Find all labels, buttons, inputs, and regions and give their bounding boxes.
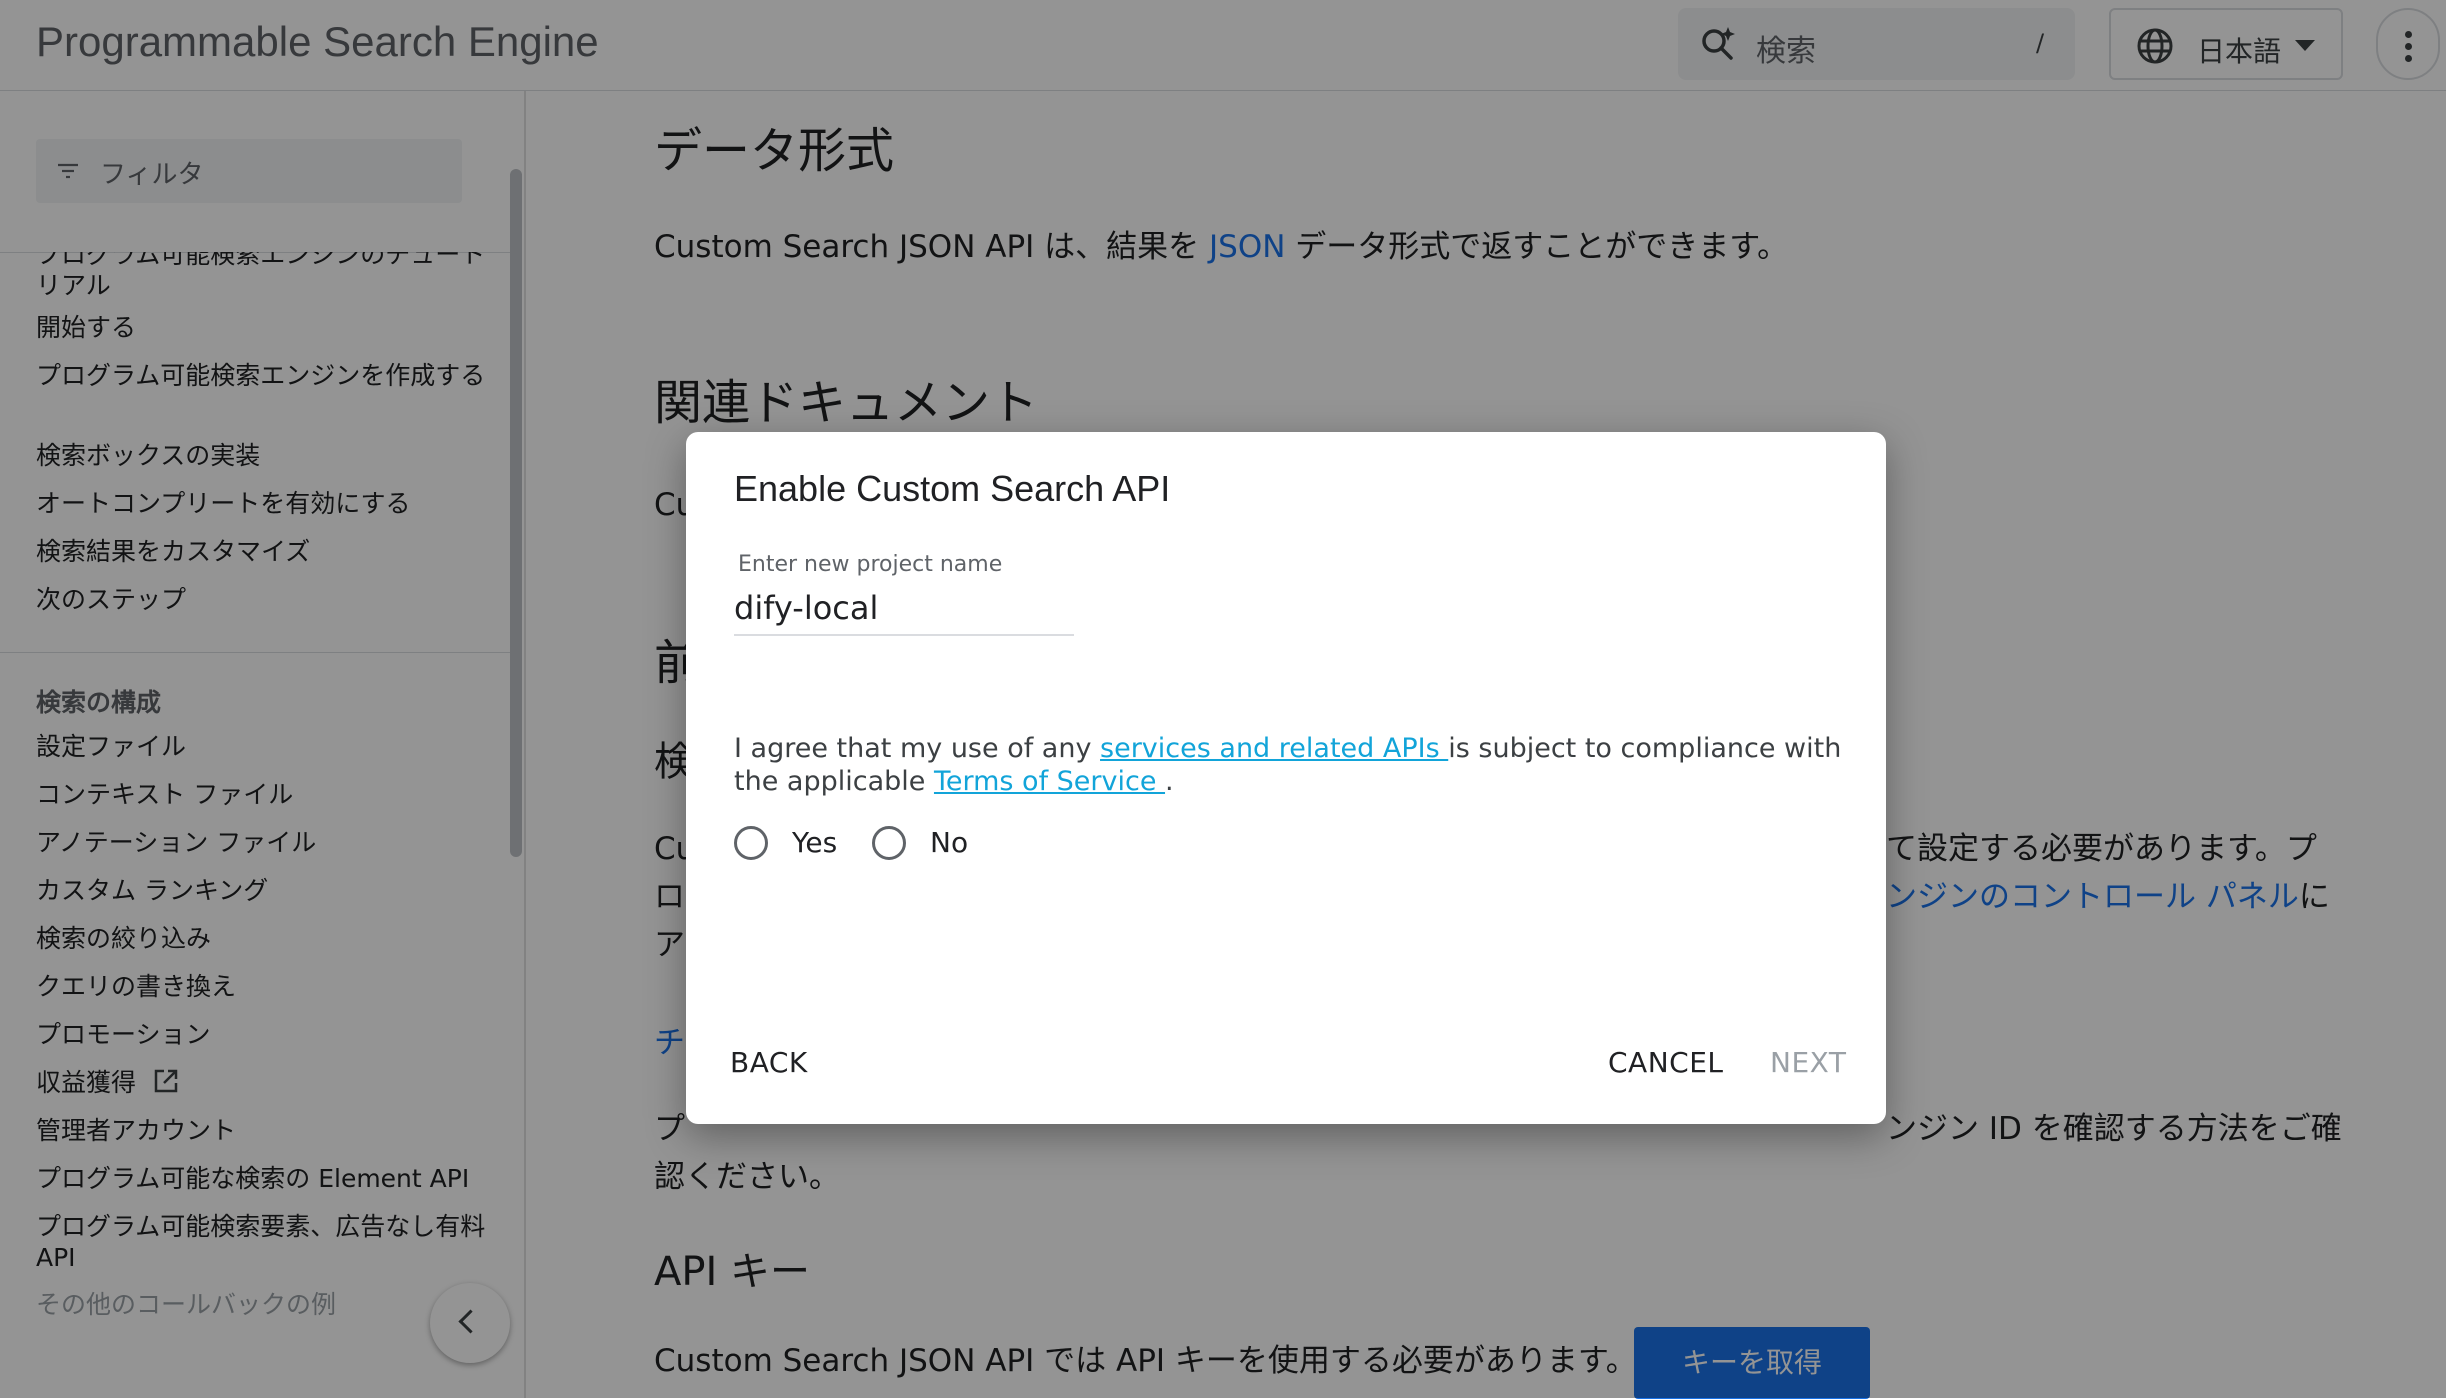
radio-yes-label: Yes	[792, 826, 838, 859]
agree-text: I agree that my use of any	[734, 733, 1101, 764]
project-name-input[interactable]	[734, 582, 1074, 636]
dialog-title: Enable Custom Search API	[734, 468, 1171, 509]
radio-no[interactable]: No	[872, 824, 982, 868]
radio-circle-icon	[734, 826, 768, 860]
radio-yes[interactable]: Yes	[734, 824, 854, 868]
cancel-button[interactable]: CANCEL	[1608, 1046, 1724, 1079]
radio-circle-icon	[872, 826, 906, 860]
back-button[interactable]: BACK	[730, 1046, 808, 1079]
next-button[interactable]: NEXT	[1770, 1046, 1846, 1079]
project-name-label: Enter new project name	[738, 552, 1003, 577]
services-apis-link[interactable]: services and related APIs	[1100, 733, 1448, 764]
radio-no-label: No	[930, 826, 969, 859]
terms-agreement-text: I agree that my use of any services and …	[734, 732, 1844, 798]
enable-api-dialog: Enable Custom Search API Enter new proje…	[686, 432, 1886, 1124]
agree-text: .	[1165, 766, 1174, 797]
terms-of-service-link[interactable]: Terms of Service	[934, 766, 1165, 797]
